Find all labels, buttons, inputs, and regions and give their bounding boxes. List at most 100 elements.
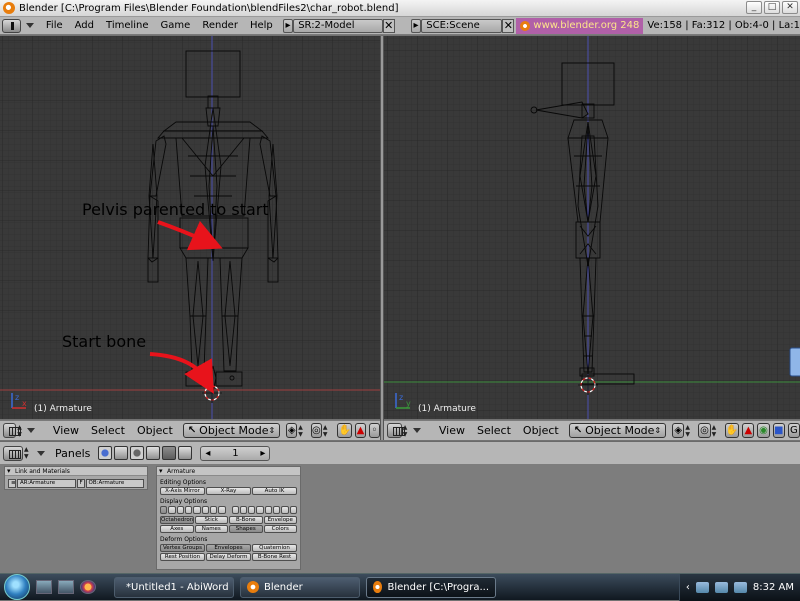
fake-user-button[interactable]: F — [76, 479, 85, 488]
manipulator-scale-icon-right[interactable]: ■ — [772, 423, 785, 438]
scene-context-icon[interactable] — [178, 446, 193, 460]
object-name-field[interactable]: OB:Armature — [85, 479, 144, 488]
ar-browse-button[interactable]: ≡ — [8, 479, 16, 488]
bone-layer-7[interactable] — [209, 506, 218, 514]
menu-help[interactable]: Help — [244, 20, 279, 31]
shapes-toggle[interactable]: Shapes — [229, 525, 263, 533]
bone-layer-5[interactable] — [193, 506, 201, 514]
buttons-collapse-triangle-icon[interactable] — [37, 450, 45, 456]
envelope-display-button[interactable]: Envelope — [263, 516, 297, 524]
pivot-button[interactable]: ◎ — [310, 423, 322, 438]
armature-panel-title[interactable]: Armature — [157, 467, 300, 476]
menu-game[interactable]: Game — [155, 20, 197, 31]
stick-display-button[interactable]: Stick — [194, 516, 228, 524]
draw-type-updown-icon-right[interactable]: ▲ ▼ — [685, 424, 690, 438]
link-materials-panel-title[interactable]: Link and Materials — [5, 467, 147, 476]
logic-context-icon[interactable] — [98, 446, 113, 460]
switch-windows-icon[interactable] — [58, 580, 74, 594]
bone-layer-11[interactable] — [248, 506, 256, 514]
bone-layer-8[interactable] — [218, 506, 226, 514]
bone-layer-1[interactable] — [160, 506, 168, 514]
bone-layer-3[interactable] — [176, 506, 184, 514]
bone-layer-14[interactable] — [273, 506, 281, 514]
menu-file[interactable]: File — [40, 20, 69, 31]
object-context-icon[interactable] — [146, 446, 161, 460]
frame-decrement-icon[interactable]: ◂ — [205, 448, 210, 459]
collapse-header-triangle-icon[interactable] — [26, 428, 35, 433]
bone-layer-16[interactable] — [289, 506, 297, 514]
manipulator-hand-icon[interactable]: ✋ — [337, 423, 352, 438]
3d-viewport-front[interactable]: z x Pelvis parented to start Start bone … — [0, 36, 380, 419]
manipulator-rotate-icon-right[interactable]: ◉ — [757, 423, 770, 438]
tray-expand-icon[interactable]: ‹ — [686, 582, 690, 593]
show-desktop-icon[interactable] — [36, 580, 52, 594]
mode-select-right[interactable]: ↖ Object Mode ⇕ — [568, 423, 667, 438]
taskbar-item-abiword[interactable]: *Untitled1 - AbiWord — [114, 576, 234, 598]
quaternion-toggle[interactable]: Quaternion — [252, 544, 297, 552]
website-link[interactable]: www.blender.org 248 — [516, 17, 644, 34]
rest-position-toggle[interactable]: Rest Position — [160, 553, 205, 561]
script-context-icon[interactable] — [114, 446, 129, 460]
manipulator-hand-icon-right[interactable]: ✋ — [724, 423, 740, 438]
menu-view-right[interactable]: View — [427, 424, 471, 437]
b-bone-display-button[interactable]: B-Bone — [229, 516, 263, 524]
pivot-updown-icon[interactable]: ▲ ▼ — [323, 424, 328, 438]
taskbar-item-blender-file[interactable]: Blender [C:\Progra... — [366, 576, 496, 598]
3d-viewport-side[interactable]: z y (1) Armature — [384, 36, 800, 419]
security-icon[interactable] — [733, 582, 747, 593]
mode-select[interactable]: ↖ Object Mode ⇕ — [182, 423, 281, 438]
scene-browse-button[interactable]: ▸ — [410, 18, 422, 33]
volume-icon[interactable] — [714, 582, 728, 593]
menu-object[interactable]: Object — [131, 424, 179, 437]
buttons-window-updown-icon[interactable]: ▲ ▼ — [24, 446, 32, 460]
clock[interactable]: 8:32 AM — [753, 582, 794, 593]
menu-view[interactable]: View — [41, 424, 85, 437]
bone-layer-9[interactable] — [231, 506, 239, 514]
draw-type-updown-icon[interactable]: ▲ ▼ — [298, 424, 303, 438]
info-window-type-icon[interactable] — [2, 18, 21, 33]
pivot-updown-icon-right[interactable]: ▲ ▼ — [712, 424, 717, 438]
menu-timeline[interactable]: Timeline — [100, 20, 155, 31]
menu-object-right[interactable]: Object — [517, 424, 565, 437]
menu-panels[interactable]: Panels — [51, 447, 96, 460]
network-icon[interactable] — [695, 582, 709, 593]
axes-toggle[interactable]: Axes — [160, 525, 194, 533]
menu-select-right[interactable]: Select — [471, 424, 517, 437]
collapse-header-triangle-icon-right[interactable] — [412, 428, 421, 433]
maximize-button[interactable]: □ — [764, 1, 780, 14]
envelopes-toggle[interactable]: Envelopes — [206, 544, 251, 552]
colors-toggle[interactable]: Colors — [263, 525, 297, 533]
draw-type-button-right[interactable]: ◈ — [672, 423, 685, 438]
shading-context-icon[interactable] — [130, 446, 145, 460]
3d-view-window-type-icon-right[interactable] — [387, 423, 405, 438]
bone-layer-13[interactable] — [264, 506, 273, 514]
armature-data-field[interactable]: AR:Armature — [17, 479, 76, 488]
b-bone-rest-toggle[interactable]: B-Bone Rest — [252, 553, 297, 561]
taskbar-item-blender[interactable]: Blender — [240, 576, 360, 598]
draw-type-button[interactable]: ◈ — [286, 423, 298, 438]
start-button[interactable] — [4, 574, 30, 600]
scene-field[interactable]: SCE:Scene — [421, 18, 503, 33]
x-axis-mirror-toggle[interactable]: X-Axis Mirror — [160, 487, 205, 495]
3d-view-window-type-icon[interactable] — [3, 423, 22, 438]
menu-render[interactable]: Render — [196, 20, 244, 31]
vertex-groups-toggle[interactable]: Vertex Groups — [160, 544, 205, 552]
x-ray-toggle[interactable]: X-Ray — [206, 487, 251, 495]
bone-layer-12[interactable] — [256, 506, 264, 514]
octahedron-display-button[interactable]: Octahedron — [160, 516, 194, 524]
manipulator-translate-icon-right[interactable]: ▲ — [742, 423, 755, 438]
menu-add[interactable]: Add — [69, 20, 100, 31]
bone-layer-10[interactable] — [239, 506, 248, 514]
pivot-button-right[interactable]: ◎ — [698, 423, 711, 438]
frame-increment-icon[interactable]: ▸ — [260, 448, 265, 459]
menu-select[interactable]: Select — [85, 424, 131, 437]
screen-field[interactable]: SR:2-Model — [293, 18, 383, 33]
scene-delete-button[interactable]: ✕ — [502, 18, 515, 33]
delay-deform-toggle[interactable]: Delay Deform — [206, 553, 251, 561]
global-orientation-button[interactable]: G — [787, 423, 800, 438]
bone-layer-4[interactable] — [184, 506, 193, 514]
minimize-button[interactable]: _ — [746, 1, 762, 14]
collapse-menu-triangle-icon[interactable] — [25, 23, 34, 28]
close-button[interactable]: ✕ — [782, 1, 798, 14]
manipulator-translate-icon[interactable]: ▲ — [354, 423, 366, 438]
